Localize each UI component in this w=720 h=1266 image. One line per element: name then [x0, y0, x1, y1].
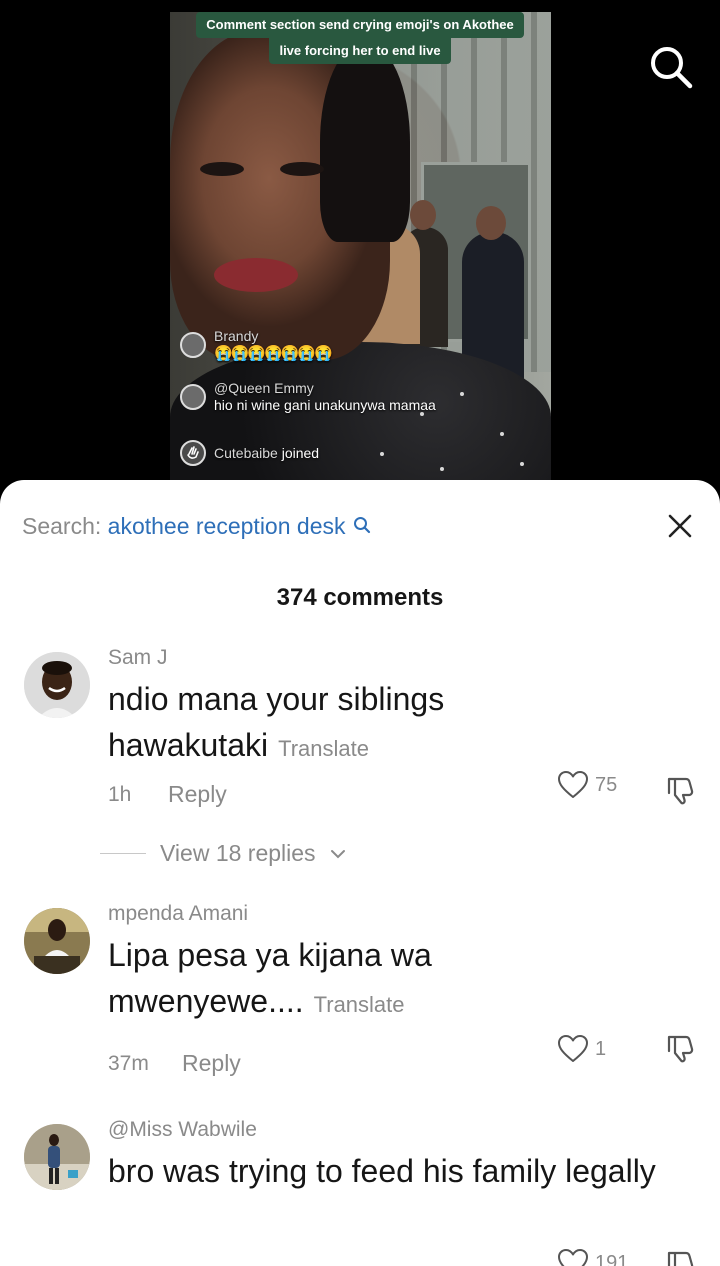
live-comment: Cutebaibe joined: [180, 440, 319, 466]
sparkle: [380, 452, 384, 456]
background-person-head: [410, 200, 436, 230]
eye: [280, 162, 324, 176]
comment-text: bro was trying to feed his family legall…: [108, 1148, 668, 1194]
live-comment: @Queen Emmy hio ni wine gani unakunywa m…: [180, 380, 436, 414]
like-button[interactable]: 1: [557, 1034, 606, 1064]
wave-icon: [180, 440, 206, 466]
comments-count: 374 comments: [276, 584, 444, 611]
live-comment-body: Brandy 😭😭😭😭😭😭😭: [214, 328, 333, 362]
live-comment-name: Brandy: [214, 328, 259, 344]
eye: [200, 162, 244, 176]
hair: [320, 42, 410, 242]
comment-text-content: bro was trying to feed his family legall…: [108, 1153, 656, 1189]
like-count: 1: [595, 1037, 607, 1060]
like-button[interactable]: 75: [557, 770, 617, 800]
avatar[interactable]: [24, 1124, 90, 1190]
like-button[interactable]: 191: [557, 1248, 628, 1266]
live-comment-name: Cutebaibe: [214, 444, 278, 461]
heart-icon: [558, 1249, 588, 1266]
live-comment-text: joined: [281, 444, 320, 461]
live-comment-body: Cutebaibe joined: [214, 445, 319, 462]
chevron-down-icon: [330, 849, 345, 858]
like-count: 75: [595, 773, 618, 796]
live-comment-avatar: [180, 332, 206, 358]
lips: [214, 258, 298, 292]
reply-button[interactable]: Reply: [182, 1050, 241, 1077]
live-comment-body: @Queen Emmy hio ni wine gani unakunywa m…: [214, 380, 436, 414]
heart-icon: [558, 1035, 588, 1062]
comment-time: 37m: [108, 1052, 149, 1075]
sparkle: [520, 462, 524, 466]
comment-item: mpenda Amani Lipa pesa ya kijana wa mwen…: [0, 898, 720, 1088]
search-suggestion[interactable]: Search: akothee reception desk: [22, 510, 371, 542]
translate-link[interactable]: Translate: [314, 992, 405, 1017]
dislike-icon[interactable]: [664, 1032, 696, 1064]
reply-button[interactable]: Reply: [168, 781, 227, 808]
search-icon[interactable]: [648, 44, 694, 90]
background-person-head: [476, 206, 506, 240]
live-comment-text: hio ni wine gani unakunywa mamaa: [214, 397, 436, 413]
close-icon[interactable]: [664, 510, 696, 542]
sparkle: [440, 467, 444, 471]
avatar[interactable]: [24, 908, 90, 974]
comment-time: 1h: [108, 783, 132, 806]
sparkle: [500, 432, 504, 436]
live-comment-avatar: [180, 384, 206, 410]
comment-text: ndio mana your siblings hawakutaki Transl…: [108, 676, 668, 772]
divider: [100, 853, 146, 854]
comment-item: @Miss Wabwile bro was trying to feed his…: [0, 1114, 720, 1266]
search-prefix: Search:: [22, 513, 102, 539]
avatar[interactable]: [24, 652, 90, 718]
sparkle: [460, 392, 464, 396]
comment-username[interactable]: Sam J: [108, 646, 168, 670]
view-replies-label: View 18 replies: [160, 840, 316, 866]
live-comment: Brandy 😭😭😭😭😭😭😭: [180, 328, 333, 362]
translate-link[interactable]: Translate: [278, 736, 369, 761]
dislike-icon[interactable]: [664, 1248, 696, 1266]
comments-sheet: Search: akothee reception desk 374 comme…: [0, 480, 720, 1266]
view-replies-button[interactable]: View 18 replies: [100, 840, 346, 867]
comment-username[interactable]: @Miss Wabwile: [108, 1118, 257, 1142]
like-count: 191: [595, 1251, 629, 1266]
search-icon[interactable]: [353, 510, 371, 542]
comment-item: Sam J ndio mana your siblings hawakutaki…: [0, 640, 720, 880]
comment-text: Lipa pesa ya kijana wa mwenyewe.... Trans…: [108, 932, 668, 1028]
live-comment-text: 😭😭😭😭😭😭😭: [214, 345, 333, 362]
heart-icon: [558, 771, 588, 798]
live-comment-name: @Queen Emmy: [214, 380, 314, 396]
dislike-icon[interactable]: [664, 774, 696, 806]
search-term-link[interactable]: akothee reception desk: [108, 513, 346, 539]
comment-text-content: ndio mana your siblings hawakutaki: [108, 681, 445, 763]
video-area[interactable]: Comment section send crying emoji's on A…: [0, 0, 720, 500]
comment-username[interactable]: mpenda Amani: [108, 902, 248, 926]
